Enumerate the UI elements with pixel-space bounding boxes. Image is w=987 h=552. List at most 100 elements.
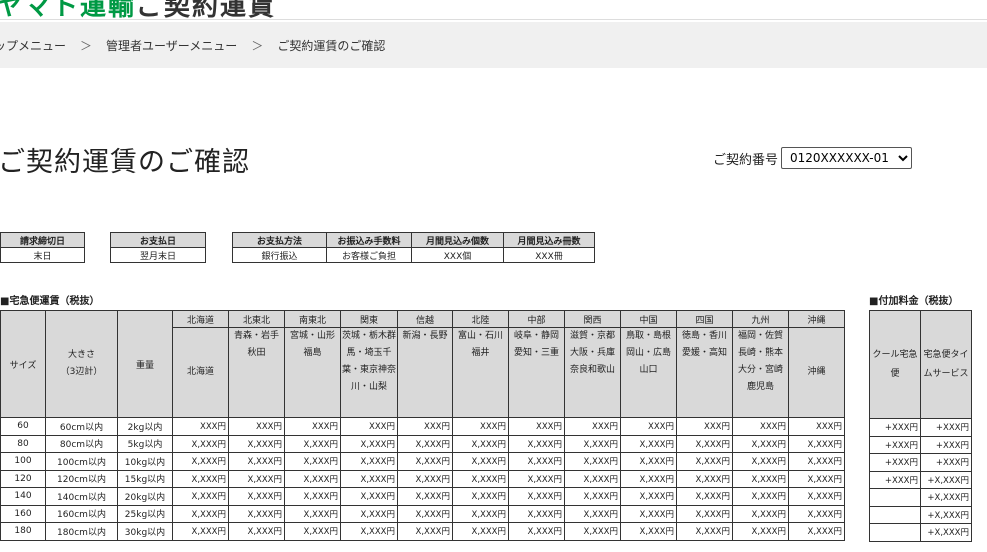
rate-price-cell: X,XXX円	[397, 452, 453, 471]
rate-size-cell: 180	[0, 522, 46, 541]
rate-price-cell: X,XXX円	[340, 469, 398, 488]
rate-price-cell: X,XXX円	[732, 452, 789, 471]
breadcrumb: ップメニュー ＞ 管理者ユーザーメニュー ＞ ご契約運賃のご確認	[0, 22, 987, 68]
region-header: 沖縄	[788, 310, 845, 328]
rate-price-cell: X,XXX円	[452, 469, 509, 488]
rate-row: 120 120cm以内 15kg以内 X,XXX円 X,XXX円 X,XXX円 X,XXX円…	[0, 469, 845, 488]
prefecture-header: 茨城・栃木群馬・埼玉千葉・東京神奈川・山梨	[340, 327, 398, 418]
region-header: 九州	[732, 310, 789, 328]
addon-row: +XXX円 +XXX円	[869, 435, 972, 454]
region-header: 北東北	[228, 310, 285, 328]
region-header: 信越	[397, 310, 453, 328]
rate-size-cell: 160	[0, 504, 46, 523]
rate-size-cell: 80	[0, 434, 46, 453]
rate-size-cell: 60	[0, 417, 46, 436]
rate-price-cell: X,XXX円	[676, 487, 733, 506]
rate-price-cell: X,XXX円	[676, 452, 733, 471]
prefecture-header: 岐阜・静岡愛知・三重	[508, 327, 565, 418]
rate-price-cell: X,XXX円	[508, 434, 565, 453]
billing-value-fee: お客様ご負担	[326, 247, 412, 263]
billing-value-method: 銀行振込	[232, 247, 327, 263]
rate-row: 100 100cm以内 10kg以内 X,XXX円 X,XXX円 X,XXX円 X,XXX円…	[0, 452, 845, 471]
page-title: ご契約運賃のご確認	[0, 147, 250, 178]
addon-time-cell: +XXX円	[920, 453, 972, 472]
rates-table: サイズ 大きさ （3辺計） 重量 北海道 北東北 南東北 関東 信越 北陸 中部…	[0, 310, 845, 541]
rate-price-cell: X,XXX円	[564, 434, 621, 453]
rate-price-cell: X,XXX円	[452, 522, 509, 541]
breadcrumb-separator: ＞	[251, 38, 264, 53]
rate-price-cell: XXX円	[620, 417, 677, 436]
region-header: 関西	[564, 310, 621, 328]
rate-price-cell: X,XXX円	[340, 504, 398, 523]
breadcrumb-top-menu[interactable]: ップメニュー	[0, 37, 66, 54]
rate-price-cell: X,XXX円	[788, 452, 845, 471]
rate-price-cell: X,XXX円	[620, 469, 677, 488]
rate-price-cell: X,XXX円	[564, 469, 621, 488]
rate-row: 60 60cm以内 2kg以内 XXX円 XXX円 XXX円 XXX円 XXX円 XXX円 XXX…	[0, 417, 845, 436]
addon-row: +X,XXX円	[869, 505, 972, 524]
rate-price-cell: X,XXX円	[788, 434, 845, 453]
region-header: 南東北	[284, 310, 341, 328]
rate-price-cell: X,XXX円	[228, 469, 285, 488]
billing-table-payment: お支払方法 お振込み手数料 月間見込み個数 月間見込み冊数 銀行振込 お客様ご負…	[232, 232, 595, 263]
rate-price-cell: X,XXX円	[340, 452, 398, 471]
rate-price-cell: X,XXX円	[228, 434, 285, 453]
rate-price-cell: X,XXX円	[397, 504, 453, 523]
billing-header-payday: お支払日	[110, 232, 206, 248]
rate-price-cell: X,XXX円	[172, 487, 229, 506]
rate-price-cell: X,XXX円	[508, 522, 565, 541]
rate-price-cell: X,XXX円	[397, 522, 453, 541]
rate-price-cell: X,XXX円	[732, 522, 789, 541]
rate-price-cell: X,XXX円	[676, 522, 733, 541]
rate-price-cell: X,XXX円	[732, 469, 789, 488]
prefecture-header: 宮城・山形福島	[284, 327, 341, 418]
rate-dimension-cell: 160cm以内	[45, 504, 118, 523]
breadcrumb-admin-menu[interactable]: 管理者ユーザーメニュー	[106, 37, 237, 54]
rate-price-cell: XXX円	[340, 417, 398, 436]
rate-price-cell: X,XXX円	[620, 452, 677, 471]
addon-time-cell: +X,XXX円	[920, 470, 972, 489]
rate-price-cell: X,XXX円	[452, 434, 509, 453]
rate-price-cell: XXX円	[788, 417, 845, 436]
prefecture-header: 鳥取・島根岡山・広島山口	[620, 327, 677, 418]
rate-price-cell: XXX円	[676, 417, 733, 436]
rate-price-cell: X,XXX円	[284, 452, 341, 471]
site-logo[interactable]: ヤマト運輸ご契約運賃	[0, 0, 277, 20]
rate-price-cell: X,XXX円	[508, 504, 565, 523]
rate-dimension-cell: 100cm以内	[45, 452, 118, 471]
rate-price-cell: X,XXX円	[284, 469, 341, 488]
addon-row: +X,XXX円	[869, 523, 972, 542]
rate-price-cell: X,XXX円	[788, 504, 845, 523]
rate-price-cell: X,XXX円	[172, 469, 229, 488]
logo-suffix-text: ご契約運賃	[136, 0, 277, 20]
billing-header-method: お支払方法	[232, 232, 327, 248]
contract-number-group: ご契約番号 0120XXXXXX-01	[713, 147, 913, 169]
logo-brand-text: ヤマト運輸	[0, 0, 137, 20]
rate-dimension-cell: 120cm以内	[45, 469, 118, 488]
rate-row: 80 80cm以内 5kg以内 X,XXX円 X,XXX円 X,XXX円 X,XXX円 X,X…	[0, 434, 845, 453]
rate-price-cell: X,XXX円	[676, 469, 733, 488]
region-header: 中国	[620, 310, 677, 328]
addon-time-cell: +XXX円	[920, 418, 972, 437]
rate-price-cell: X,XXX円	[788, 522, 845, 541]
addon-cool-cell: +XXX円	[869, 453, 921, 472]
rate-weight-cell: 2kg以内	[117, 417, 173, 436]
rates-section-label: ■宅急便運賃（税抜）	[0, 296, 100, 307]
contract-number-select[interactable]: 0120XXXXXX-01	[781, 147, 913, 169]
rate-price-cell: X,XXX円	[508, 469, 565, 488]
addon-cool-cell	[869, 505, 921, 524]
rate-weight-cell: 15kg以内	[117, 469, 173, 488]
rate-price-cell: X,XXX円	[676, 504, 733, 523]
billing-table-cutoff: 請求締切日 末日	[0, 232, 85, 263]
rate-price-cell: XXX円	[564, 417, 621, 436]
billing-header-cutoff: 請求締切日	[0, 232, 85, 248]
billing-value-cutoff: 末日	[0, 247, 85, 263]
rate-price-cell: X,XXX円	[228, 522, 285, 541]
rate-price-cell: X,XXX円	[172, 434, 229, 453]
breadcrumb-separator: ＞	[80, 38, 93, 53]
billing-value-monthly-count: XXX個	[411, 247, 504, 263]
rate-price-cell: X,XXX円	[172, 452, 229, 471]
breadcrumb-current: ご契約運賃のご確認	[277, 38, 386, 53]
addon-time-cell: +X,XXX円	[920, 505, 972, 524]
addon-table: クール宅急便 宅急便タイムサービス +XXX円 +XXX円 +XXX円 +XXX円 +X…	[869, 310, 972, 542]
